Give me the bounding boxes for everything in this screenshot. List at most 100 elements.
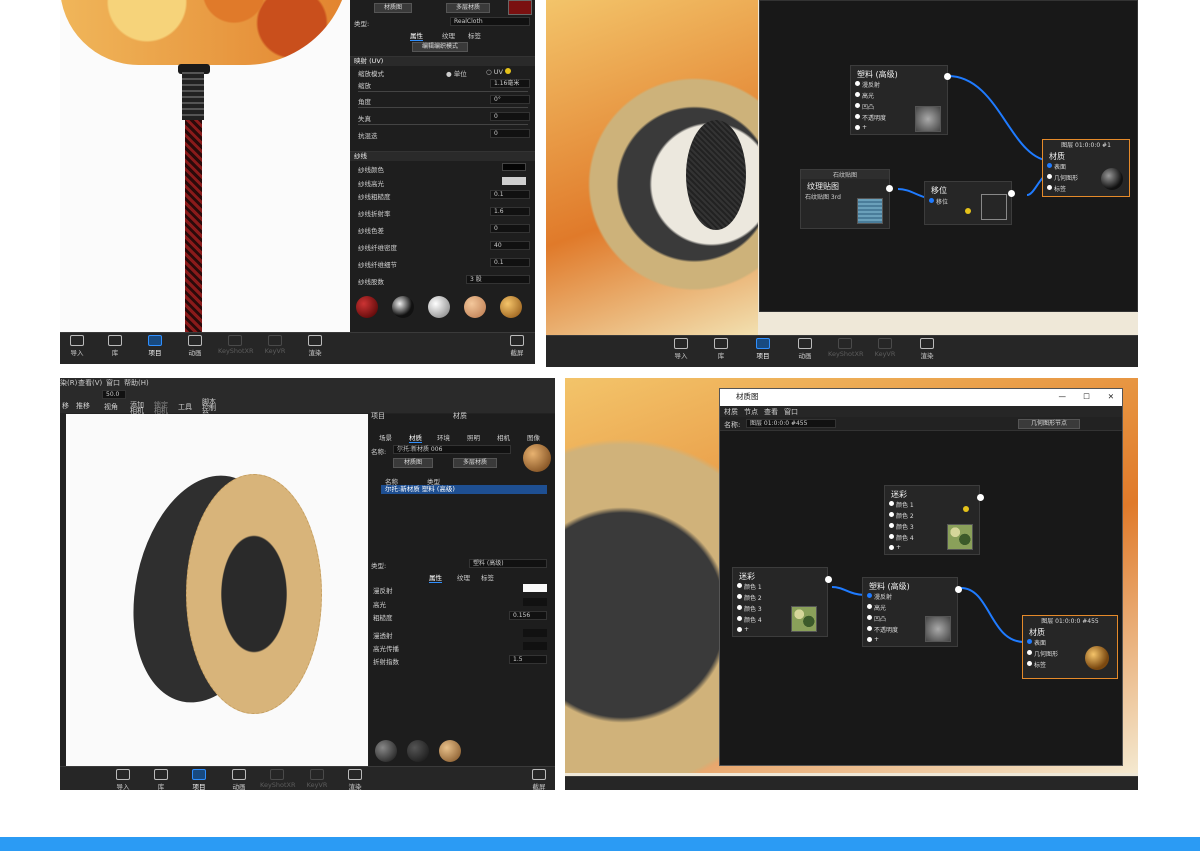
scale-mode-unit-radio[interactable]: ● 单位: [446, 68, 467, 78]
swatch-silver[interactable]: [428, 296, 450, 318]
port-color-2[interactable]: 颜色 2: [889, 511, 914, 520]
toolbar-library[interactable]: 库: [704, 338, 738, 360]
row-specular-swatch[interactable]: [523, 598, 547, 606]
row-yarn-detail-value[interactable]: 0.1: [490, 258, 530, 267]
port-opacity[interactable]: 不透明度: [867, 625, 898, 634]
port-color-1[interactable]: 颜色 1: [737, 582, 762, 591]
node-plastic-advanced[interactable]: 塑料 (高级) 漫反射 高光 凹凸 不透明度 +: [862, 577, 962, 647]
tab-camera[interactable]: 相机: [497, 432, 510, 442]
port-add[interactable]: +: [737, 626, 749, 633]
toolbar-keyshotxr[interactable]: KeyShotXR: [260, 769, 296, 789]
node-camo-left[interactable]: 迷彩 颜色 1 颜色 2 颜色 3 颜色 4 +: [732, 567, 832, 637]
swatch-wood[interactable]: [464, 296, 486, 318]
port-specular[interactable]: 高光: [867, 603, 886, 612]
section-yarn[interactable]: 纱线: [350, 151, 535, 161]
node-plastic-advanced[interactable]: 塑料 (高级) 漫反射 高光 凹凸 不透明度 +: [850, 65, 951, 135]
tab-label[interactable]: 标签: [481, 572, 494, 582]
type-select[interactable]: RealCloth: [450, 17, 530, 26]
swatch-black-chrome[interactable]: [392, 296, 414, 318]
multilayer-button[interactable]: 多层材质: [453, 458, 497, 468]
port-color-3[interactable]: 颜色 3: [889, 522, 914, 531]
list-row-selected[interactable]: 尔托:新材质 塑料 (高级): [381, 485, 547, 494]
node-camo-top[interactable]: 迷彩 颜色 1 颜色 2 颜色 3 颜色 4 +: [884, 485, 984, 555]
tab-properties[interactable]: 属性: [410, 30, 423, 41]
port-diffuse[interactable]: 漫反射: [855, 80, 880, 89]
port-geometry[interactable]: 几何图形: [1047, 173, 1078, 182]
row-specular-trans-swatch[interactable]: [523, 642, 547, 650]
swatch-dark-2[interactable]: [407, 740, 429, 762]
shift-output-port[interactable]: [1008, 190, 1015, 197]
row-scale-value[interactable]: 1.16毫米: [490, 79, 530, 88]
port-color-4[interactable]: 颜色 4: [737, 615, 762, 624]
port-geometry[interactable]: 几何图形: [1027, 649, 1058, 658]
toolbar-keyvr[interactable]: KeyVR: [300, 769, 334, 789]
swatch-dark-1[interactable]: [375, 740, 397, 762]
toolbar-keyshotxr[interactable]: KeyShotXR: [828, 338, 864, 358]
tool-dolly[interactable]: 推移: [76, 401, 90, 411]
toolbar-screenshot[interactable]: 截屏: [522, 769, 555, 790]
render-viewport[interactable]: [66, 414, 368, 766]
port-surface[interactable]: 表面: [1047, 162, 1066, 171]
section-mapping[interactable]: 映射 (UV): [350, 56, 535, 66]
port-color-2[interactable]: 颜色 2: [737, 593, 762, 602]
toolbar-project[interactable]: 项目: [138, 335, 172, 357]
port-opacity[interactable]: 不透明度: [855, 113, 886, 122]
tab-lighting[interactable]: 照明: [467, 432, 480, 442]
type-select[interactable]: 塑料 (高级): [469, 559, 547, 568]
toolbar-render[interactable]: 渲染: [910, 338, 944, 360]
row-yarn-roughness-value[interactable]: 0.1: [490, 190, 530, 199]
tool-tools[interactable]: 工具: [178, 402, 192, 412]
row-angle-slider[interactable]: [358, 107, 528, 108]
row-scale-slider[interactable]: [358, 91, 528, 92]
toolbar-render[interactable]: 渲染: [298, 335, 332, 357]
material-preview[interactable]: [523, 444, 551, 472]
swatch-gold[interactable]: [500, 296, 522, 318]
row-yarn-ior-value[interactable]: 1.6: [490, 207, 530, 216]
port-diffuse[interactable]: 漫反射: [867, 592, 892, 601]
port-color-4[interactable]: 颜色 4: [889, 533, 914, 542]
tool-add-camera[interactable]: 添加相机: [130, 402, 146, 415]
swatch-red-fabric[interactable]: [356, 296, 378, 318]
tab-properties[interactable]: 属性: [429, 572, 442, 583]
material-graph-button[interactable]: 材质图: [393, 458, 433, 468]
toolbar-keyvr[interactable]: KeyVR: [868, 338, 902, 358]
tab-scene[interactable]: 场景: [379, 432, 392, 442]
row-yarn-ply-select[interactable]: 3 股: [466, 275, 530, 284]
toolbar-animation[interactable]: 动画: [222, 769, 256, 790]
tab-texture[interactable]: 纹理: [442, 30, 455, 40]
row-distortion-slider[interactable]: [358, 124, 528, 125]
toolbar-import[interactable]: 导入: [60, 335, 94, 357]
tab-texture[interactable]: 纹理: [457, 572, 470, 582]
tab-label[interactable]: 标签: [468, 30, 481, 40]
row-distortion-value[interactable]: 0: [490, 112, 530, 121]
edit-weave-button[interactable]: 编辑编织模式: [412, 42, 468, 52]
row-yarn-dispersion-value[interactable]: 0: [490, 224, 530, 233]
swatch-tan[interactable]: [439, 740, 461, 762]
toolbar-project[interactable]: 项目: [746, 338, 780, 360]
toolbar-render[interactable]: 渲染: [338, 769, 372, 790]
toolbar-animation[interactable]: 动画: [788, 338, 822, 360]
toolbar-keyvr[interactable]: KeyVR: [258, 335, 292, 355]
row-angle-value[interactable]: 0°: [490, 95, 530, 104]
tab-image[interactable]: 图像: [527, 432, 540, 442]
tab-environment[interactable]: 环境: [437, 432, 450, 442]
toolbar-keyshotxr[interactable]: KeyShotXR: [218, 335, 254, 355]
material-preview-swatch[interactable]: [508, 0, 532, 15]
port-color-1[interactable]: 颜色 1: [889, 500, 914, 509]
toolbar-library[interactable]: 库: [98, 335, 132, 357]
plastic-output-port[interactable]: [955, 586, 962, 593]
toolbar-import[interactable]: 导入: [664, 338, 698, 360]
material-graph-button[interactable]: 材质图: [374, 3, 412, 13]
node-shift[interactable]: 移位 移位: [924, 181, 1015, 225]
row-antialias-value[interactable]: 0: [490, 129, 530, 138]
render-viewport[interactable]: [60, 0, 350, 332]
node-texture-map[interactable]: 石纹贴图 纹理贴图 石纹贴图 3rd: [800, 169, 893, 229]
port-surface[interactable]: 表面: [1027, 638, 1046, 647]
node-material[interactable]: 图层 01:0:0:0 #1 材质 表面 几何图形 标签: [1042, 139, 1130, 197]
node-material[interactable]: 图层 01:0:0:0 #455 材质 表面 几何图形 标签: [1022, 615, 1118, 679]
row-translucency-swatch[interactable]: [523, 629, 547, 637]
tool-view-angle[interactable]: 视角: [104, 402, 118, 412]
row-yarn-density-value[interactable]: 40: [490, 241, 530, 250]
port-shift[interactable]: 移位: [929, 197, 948, 206]
zoom-field[interactable]: 50.0: [102, 390, 126, 399]
